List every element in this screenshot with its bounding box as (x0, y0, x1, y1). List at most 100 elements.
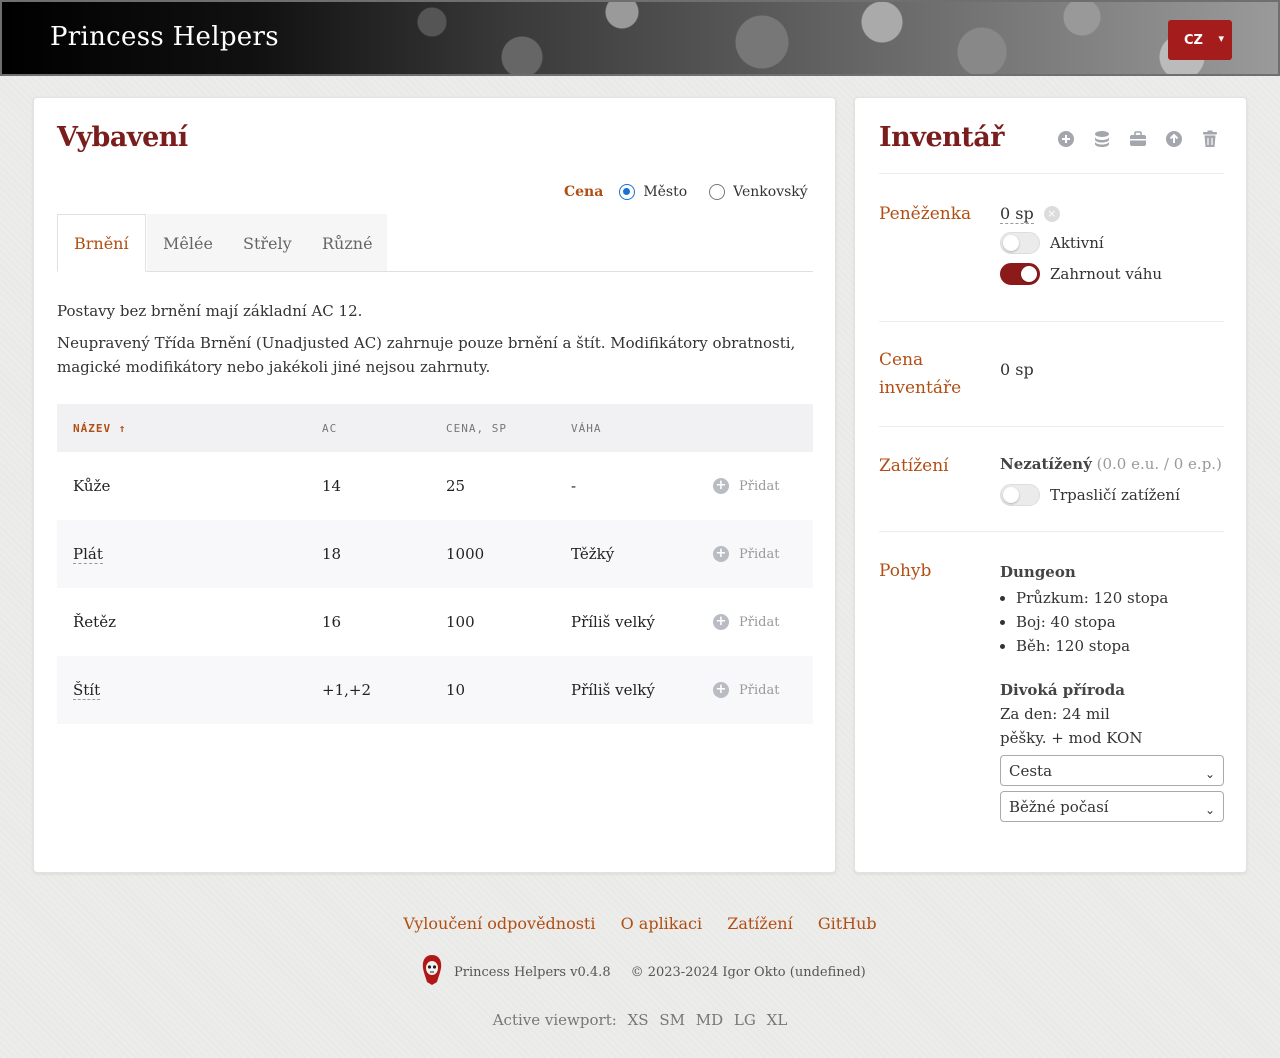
tab-missiles[interactable]: Střely (227, 214, 308, 272)
encumbrance-status: Nezatížený (1000, 455, 1092, 473)
wallet-section: Peněženka 0 sp × Aktivní Zahrnout váhu (879, 173, 1224, 321)
plus-icon: + (713, 614, 729, 630)
add-button[interactable]: + Přidat (713, 614, 812, 630)
clear-icon[interactable]: × (1043, 206, 1060, 222)
link-github[interactable]: GitHub (818, 914, 877, 933)
wallet-value[interactable]: 0 sp (1000, 204, 1034, 224)
wallet-weight-row: Zahrnout váhu (1000, 258, 1162, 289)
coins-icon[interactable] (1091, 128, 1113, 150)
price-label: Cena (564, 184, 604, 200)
table-row: Kůže 14 25 - + Přidat (57, 452, 813, 520)
plus-circle-icon[interactable] (1055, 128, 1077, 150)
wallet-active-row: Aktivní (1000, 227, 1162, 258)
plus-icon: + (713, 478, 729, 494)
briefcase-icon[interactable] (1127, 128, 1149, 150)
dungeon-title: Dungeon (1000, 563, 1076, 581)
row-name[interactable]: Plát (73, 545, 103, 564)
footer-links: Vyloučení odpovědnosti O aplikaci Zatíže… (0, 914, 1280, 933)
row-ac: 18 (306, 520, 430, 588)
inventory-title: Inventář (879, 122, 1004, 153)
chevron-down-icon: ⌄ (1204, 767, 1215, 781)
viewport-xs: XS (627, 1011, 649, 1029)
language-select[interactable]: CZ ▾ (1168, 20, 1232, 60)
table-row: Plát 18 1000 Těžký + Přidat (57, 520, 813, 588)
price-selector: Cena Město Venkovský (564, 184, 822, 200)
col-name[interactable]: NÁZEV ↑ (57, 404, 306, 452)
weather-select[interactable]: Běžné počasí ⌄ (1000, 791, 1224, 822)
row-ac: 16 (322, 613, 342, 631)
link-disclaimer[interactable]: Vyloučení odpovědnosti (403, 914, 595, 933)
inventory-toolbar (1055, 128, 1221, 150)
armor-table: NÁZEV ↑ AC CENA, SP VÁHA Kůže 14 25 - + P… (57, 404, 813, 724)
add-button[interactable]: + Přidat (713, 478, 812, 494)
plus-icon: + (713, 682, 729, 698)
inventory-card: Inventář Peněženka 0 sp × Aktivní Zahrno… (854, 97, 1247, 873)
row-weight: Příliš velký (571, 613, 655, 631)
note-base-ac: Postavy bez brnění mají základní AC 12. (57, 302, 363, 320)
wallet-active-toggle[interactable] (1000, 231, 1040, 254)
link-encumbrance[interactable]: Zatížení (727, 914, 793, 933)
row-weight: - (571, 477, 577, 495)
encumbrance-section: Zatížení Nezatížený (0.0 e.u. / 0 e.p.) … (879, 426, 1224, 531)
terrain-select[interactable]: Cesta ⌄ (1000, 755, 1224, 786)
list-item: Průzkum: 120 stopa (1016, 586, 1224, 610)
language-value: CZ (1184, 32, 1203, 48)
wallet-label: Peněženka (879, 204, 972, 224)
tab-misc[interactable]: Různé (306, 214, 389, 272)
row-cost: 1000 (430, 520, 555, 588)
col-cost[interactable]: CENA, SP (430, 404, 555, 452)
app-version: Princess Helpers v0.4.8 (454, 964, 611, 980)
link-about[interactable]: O aplikaci (621, 914, 703, 933)
add-button[interactable]: + Přidat (713, 682, 812, 698)
col-ac[interactable]: AC (306, 404, 430, 452)
add-button[interactable]: + Přidat (713, 546, 812, 562)
brand-title[interactable]: Princess Helpers (50, 22, 279, 52)
encumbrance-detail: (0.0 e.u. / 0 e.p.) (1096, 455, 1222, 473)
include-weight-toggle[interactable] (1000, 262, 1040, 285)
row-cost: 100 (446, 613, 475, 631)
plus-icon: + (713, 546, 729, 562)
dwarf-encumbrance-row: Trpasličí zatížení (1000, 479, 1222, 510)
price-option-rural[interactable]: Venkovský (709, 184, 808, 200)
equipment-tabs: Brnění Mêlée Střely Různé (57, 214, 813, 272)
viewport-sm: SM (659, 1011, 685, 1029)
table-row: Řetěz 16 100 Příliš velký + Přidat (57, 588, 813, 656)
radio-rural[interactable] (709, 184, 726, 200)
inventory-cost-label: Cena inventáře (879, 350, 962, 398)
equipment-title: Vybavení (57, 122, 188, 153)
table-row: Štít +1,+2 10 Příliš velký + Přidat (57, 656, 813, 724)
radio-city[interactable] (619, 184, 636, 200)
viewport-xl: XL (766, 1011, 788, 1029)
row-weight: Těžký (555, 520, 697, 588)
viewport-indicator: Active viewport: XS SM MD LG XL (0, 1011, 1280, 1029)
wild-title: Divoká příroda (1000, 681, 1125, 699)
col-weight[interactable]: VÁHA (555, 404, 697, 452)
copyright: © 2023-2024 Igor Okto (undefined) (630, 964, 866, 980)
row-name[interactable]: Štít (73, 681, 101, 700)
list-item: Běh: 120 stopa (1016, 634, 1224, 658)
movement-section: Pohyb Dungeon Průzkum: 120 stopa Boj: 40… (879, 531, 1224, 831)
row-name: Kůže (73, 477, 111, 495)
note-unadjusted-ac: Neupravený Třída Brnění (Unadjusted AC) … (57, 334, 796, 376)
row-cost: 10 (430, 656, 555, 724)
chevron-down-icon: ⌄ (1204, 803, 1215, 817)
app-header: Princess Helpers CZ ▾ (0, 0, 1280, 76)
dwarf-encumbrance-toggle[interactable] (1000, 483, 1040, 506)
arrow-up-circle-icon[interactable] (1163, 128, 1185, 150)
chevron-down-icon: ▾ (1218, 32, 1224, 45)
inventory-cost-value: 0 sp (1000, 360, 1034, 379)
row-name: Řetěz (73, 613, 116, 631)
viewport-md: MD (695, 1011, 724, 1029)
movement-label: Pohyb (879, 561, 932, 581)
dungeon-moves: Průzkum: 120 stopa Boj: 40 stopa Běh: 12… (1000, 586, 1224, 658)
price-option-city[interactable]: Město (619, 184, 687, 200)
list-item: Boj: 40 stopa (1016, 610, 1224, 634)
wild-per-day: Za den: 24 mil (1000, 705, 1110, 723)
tab-armor[interactable]: Brnění (57, 214, 146, 272)
trash-icon[interactable] (1199, 128, 1221, 150)
col-actions (697, 404, 813, 452)
tab-melee[interactable]: Mêlée (147, 214, 229, 272)
footer-meta: Princess Helpers v0.4.8 © 2023-2024 Igor… (420, 954, 866, 990)
row-ac: +1,+2 (306, 656, 430, 724)
row-weight: Příliš velký (555, 656, 697, 724)
